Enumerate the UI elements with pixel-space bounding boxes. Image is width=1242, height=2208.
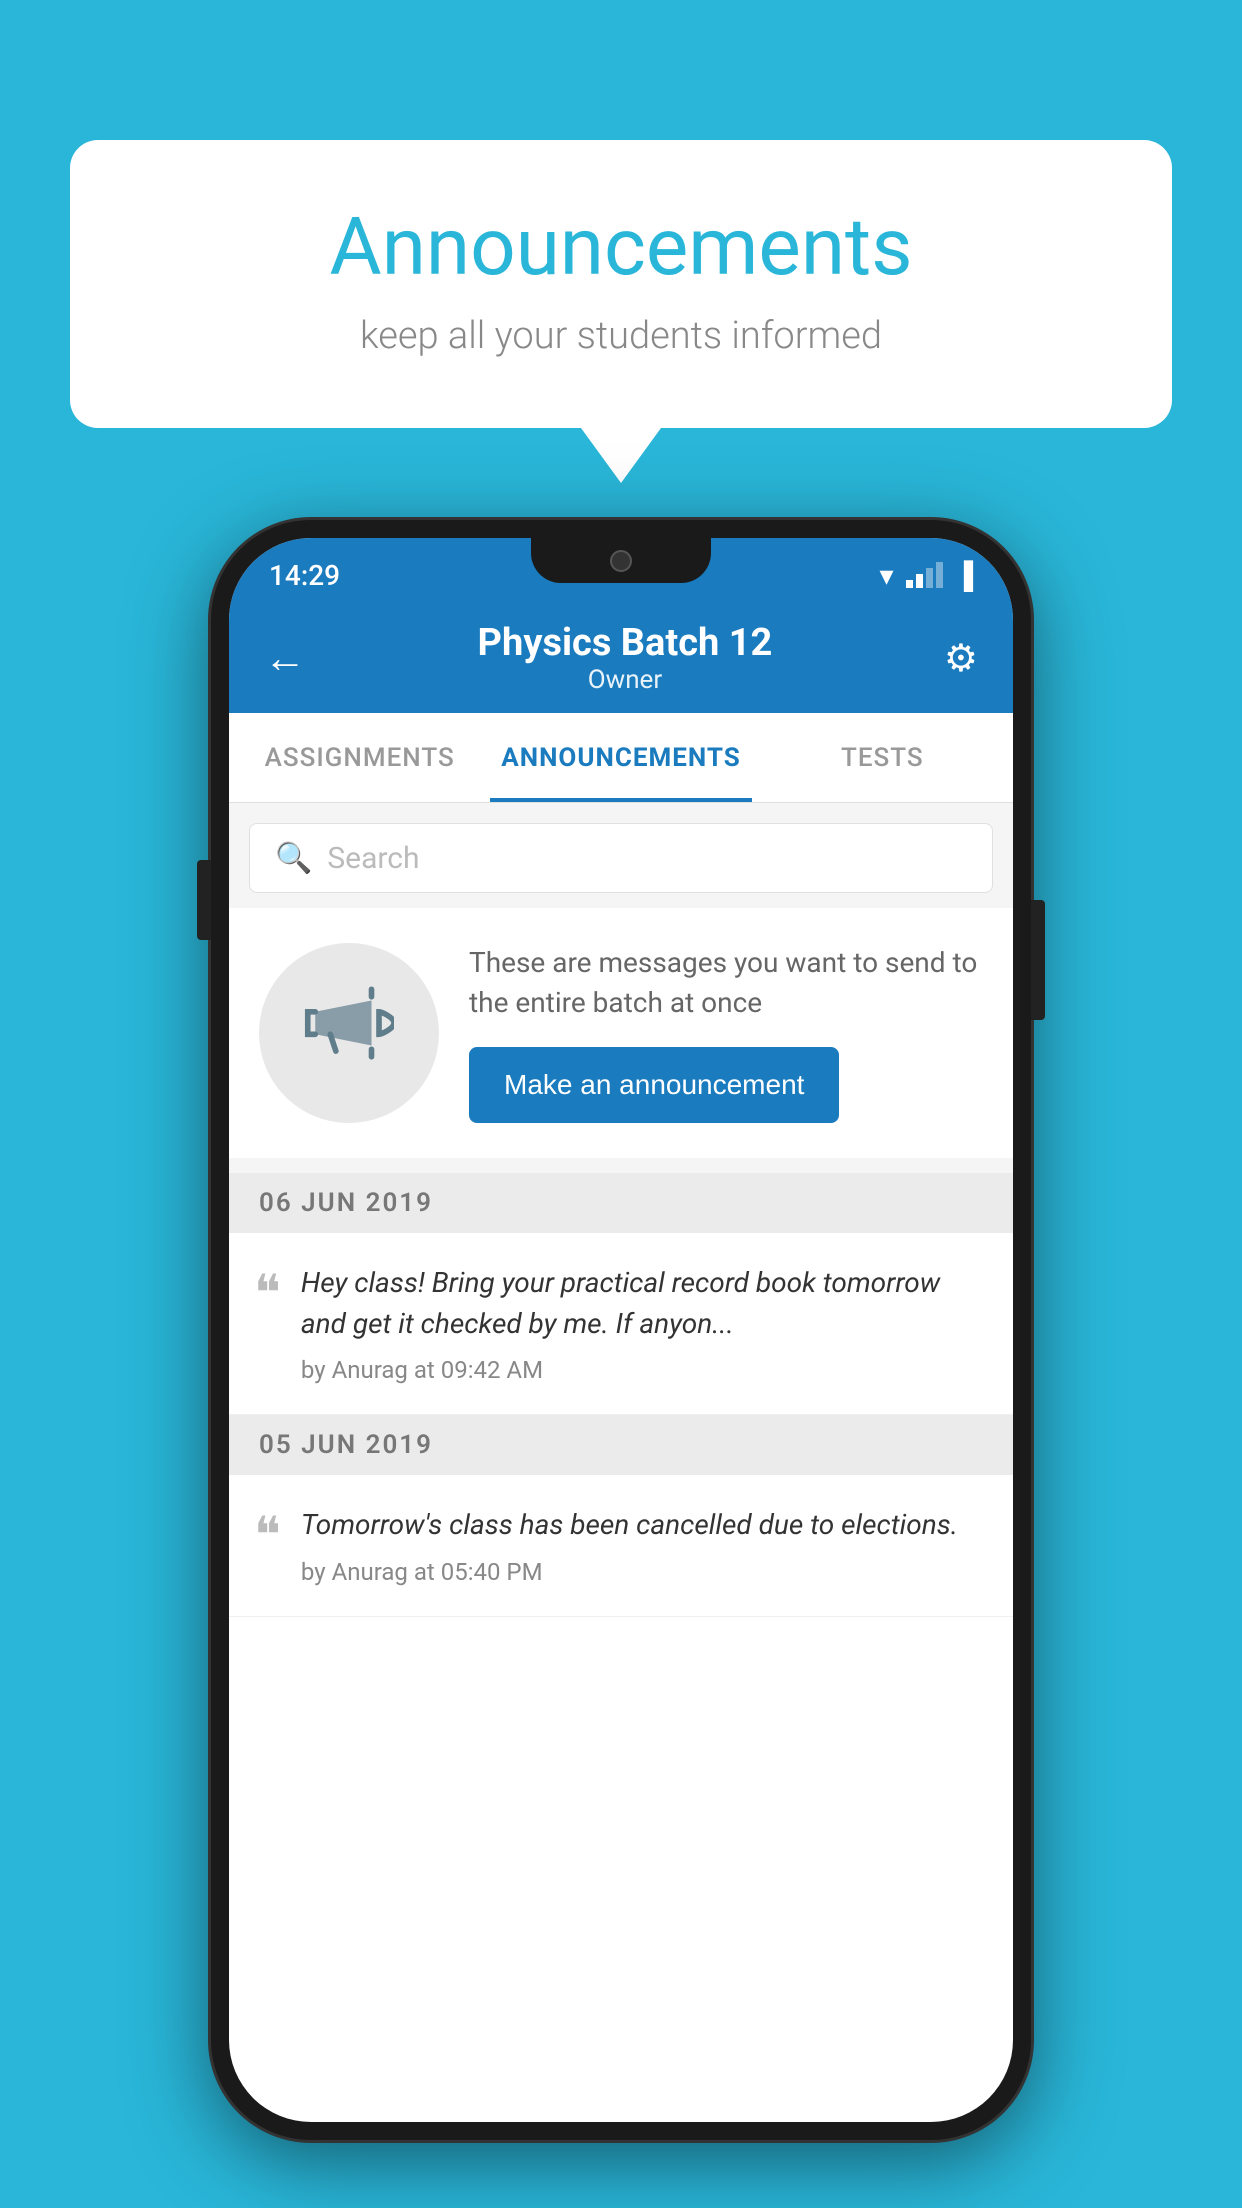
batch-title: Physics Batch 12 (478, 621, 773, 665)
quote-icon-2: ❝ (254, 1510, 281, 1560)
batch-subtitle: Owner (478, 665, 773, 695)
make-announcement-button[interactable]: Make an announcement (469, 1047, 839, 1123)
speech-bubble-title: Announcements (150, 200, 1092, 294)
date-separator-1: 06 JUN 2019 (229, 1173, 1013, 1233)
tab-assignments[interactable]: ASSIGNMENTS (229, 713, 490, 802)
announcement-meta-2: by Anurag at 05:40 PM (301, 1558, 983, 1586)
tab-announcements[interactable]: ANNOUNCEMENTS (490, 713, 751, 802)
camera-icon (610, 550, 632, 572)
search-icon: 🔍 (275, 841, 312, 876)
search-input[interactable]: Search (327, 841, 419, 876)
announcement-text-group: These are messages you want to send to t… (469, 943, 983, 1122)
speech-bubble-arrow (581, 428, 661, 483)
search-bar[interactable]: 🔍 Search (249, 823, 993, 893)
phone-notch (531, 538, 711, 583)
status-time: 14:29 (269, 559, 340, 592)
speech-bubble: Announcements keep all your students inf… (70, 140, 1172, 428)
speech-bubble-subtitle: keep all your students informed (150, 314, 1092, 358)
announcement-item-2[interactable]: ❝ Tomorrow's class has been cancelled du… (229, 1475, 1013, 1617)
announcement-meta-1: by Anurag at 09:42 AM (301, 1356, 983, 1384)
battery-icon: ▐ (955, 560, 973, 591)
signal-bars-icon (906, 564, 943, 588)
content-area: 🔍 Search (229, 803, 1013, 1617)
settings-button[interactable]: ⚙ (944, 636, 978, 681)
back-button[interactable]: ← (264, 634, 306, 683)
announcement-item-1[interactable]: ❝ Hey class! Bring your practical record… (229, 1233, 1013, 1415)
announcement-content-2: Tomorrow's class has been cancelled due … (301, 1505, 983, 1586)
date-separator-2: 05 JUN 2019 (229, 1415, 1013, 1475)
tabs-bar: ASSIGNMENTS ANNOUNCEMENTS TESTS (229, 713, 1013, 803)
tab-tests[interactable]: TESTS (752, 713, 1013, 802)
speech-bubble-container: Announcements keep all your students inf… (70, 140, 1172, 483)
phone-outer: 14:29 ▾ ▐ ← Physics Batch 12 (211, 520, 1031, 2140)
megaphone-icon (304, 978, 394, 1088)
announcement-prompt-card: These are messages you want to send to t… (229, 908, 1013, 1158)
phone-screen: 14:29 ▾ ▐ ← Physics Batch 12 (229, 538, 1013, 2122)
status-icons: ▾ ▐ (880, 559, 973, 592)
announcement-content-1: Hey class! Bring your practical record b… (301, 1263, 983, 1384)
quote-icon-1: ❝ (254, 1268, 281, 1318)
announcement-description: These are messages you want to send to t… (469, 943, 983, 1021)
announcement-text-1: Hey class! Bring your practical record b… (301, 1263, 983, 1344)
app-header: ← Physics Batch 12 Owner ⚙ (229, 603, 1013, 713)
announcement-text-2: Tomorrow's class has been cancelled due … (301, 1505, 983, 1546)
wifi-icon: ▾ (880, 559, 894, 592)
header-title-group: Physics Batch 12 Owner (478, 621, 773, 695)
phone-wrapper: 14:29 ▾ ▐ ← Physics Batch 12 (211, 520, 1031, 2140)
announcement-icon-circle (259, 943, 439, 1123)
